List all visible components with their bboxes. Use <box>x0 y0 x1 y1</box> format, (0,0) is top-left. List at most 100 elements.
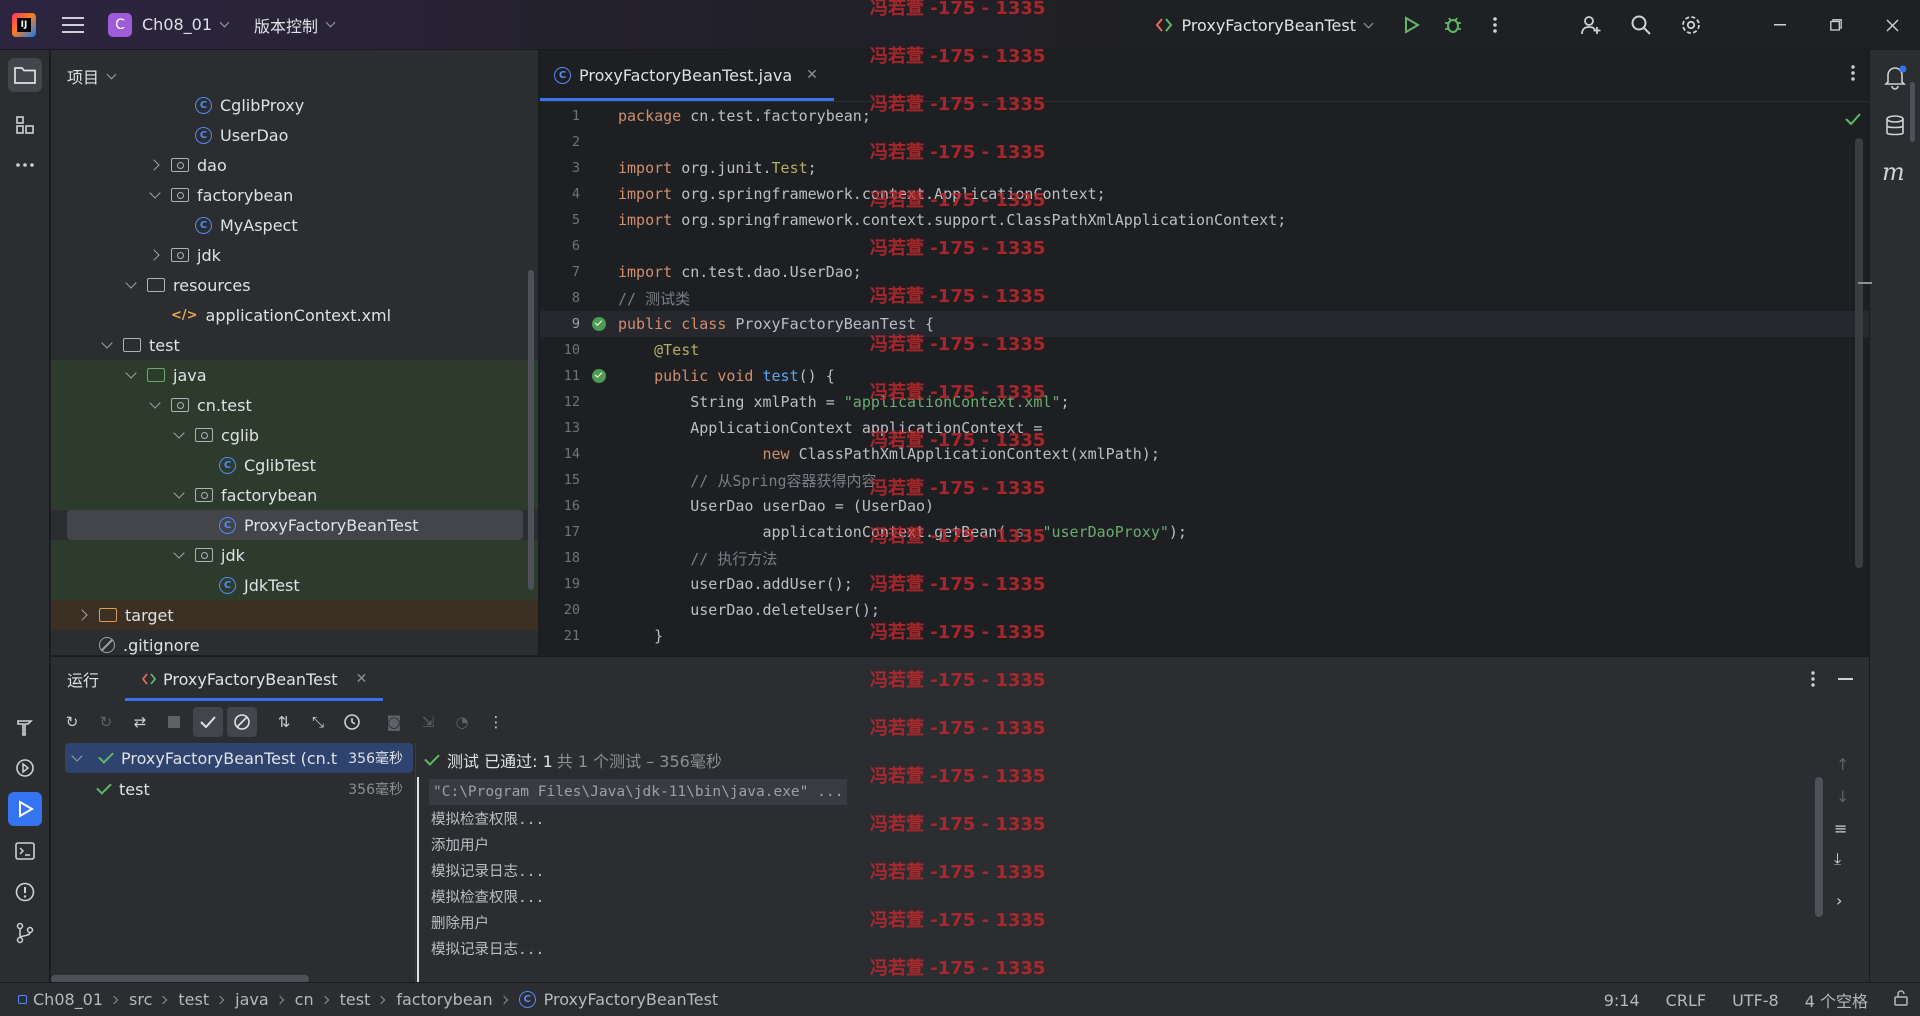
code-line[interactable]: 9 public class ProxyFactoryBeanTest { <box>540 311 1869 337</box>
console-scrollbar[interactable] <box>1815 777 1823 917</box>
chevron-right-icon[interactable] <box>147 247 163 263</box>
run-tab-proxyfactorybeantest[interactable]: ProxyFactoryBeanTest ✕ <box>125 657 384 701</box>
camera-icon[interactable]: ◙ <box>379 707 409 737</box>
breadcrumb-item[interactable]: test <box>178 990 209 1009</box>
code-line[interactable]: 4 import org.springframework.context.Appl… <box>540 181 1869 207</box>
restore-window-icon[interactable] <box>1808 4 1864 46</box>
breadcrumb-item[interactable]: ProxyFactoryBeanTest <box>544 990 719 1009</box>
code-line[interactable]: 11 public void test() { <box>540 363 1869 389</box>
test-suite-row[interactable]: ProxyFactoryBeanTest (cn.t 356毫秒 <box>65 743 413 773</box>
problems-icon[interactable] <box>8 875 42 909</box>
code-line[interactable]: 6 <box>540 233 1869 259</box>
tree-item[interactable]: java <box>51 360 538 390</box>
git-branch-icon[interactable] <box>8 916 42 950</box>
breadcrumb-item[interactable]: test <box>340 990 371 1009</box>
code-line[interactable]: 1 package cn.test.factorybean; <box>540 103 1869 129</box>
import-tests-icon[interactable]: ⇲ <box>413 707 443 737</box>
code-line[interactable]: 5 import org.springframework.context.supp… <box>540 207 1869 233</box>
build-hammer-icon[interactable] <box>8 710 42 744</box>
tree-item[interactable]: factorybean <box>51 480 538 510</box>
structure-tool-icon[interactable] <box>8 108 42 142</box>
code-line[interactable]: 2 <box>540 129 1869 155</box>
history-icon[interactable] <box>337 707 367 737</box>
breadcrumb-item[interactable]: cn <box>295 990 314 1009</box>
line-separator[interactable]: CRLF <box>1666 991 1706 1010</box>
code-line[interactable]: 18 // 执行方法 <box>540 545 1869 571</box>
tree-item[interactable]: resources <box>51 270 538 300</box>
breadcrumb-item[interactable]: Ch08_01 <box>33 990 103 1009</box>
code-line[interactable]: 14 new ClassPathXmlApplicationContext(xm… <box>540 441 1869 467</box>
tree-item[interactable]: C MyAspect <box>51 210 538 240</box>
chevron-down-icon[interactable] <box>123 367 139 383</box>
tree-item[interactable]: dao <box>51 150 538 180</box>
code-line[interactable]: 20 userDao.deleteUser(); <box>540 597 1869 623</box>
vcs-menu[interactable]: 版本控制 <box>254 13 336 37</box>
code-line[interactable]: 15 // 从Spring容器获得内容 <box>540 467 1869 493</box>
project-switcher[interactable]: Ch08_01 <box>142 15 230 34</box>
tree-item[interactable]: </> applicationContext.xml <box>51 300 538 330</box>
run-panel-more-icon[interactable] <box>1811 670 1815 692</box>
hide-panel-icon[interactable] <box>1838 678 1853 680</box>
search-icon[interactable] <box>1620 4 1662 46</box>
tree-item[interactable]: cglib <box>51 420 538 450</box>
console-output[interactable]: "C:\Program Files\Java\jdk-11\bin\java.e… <box>417 777 1817 982</box>
scroll-down-icon[interactable]: ↓ <box>1836 787 1849 806</box>
tree-item[interactable]: jdk <box>51 240 538 270</box>
breadcrumb-item[interactable]: src <box>129 990 152 1009</box>
notifications-bell-icon[interactable] <box>1882 64 1908 94</box>
soft-wrap-icon[interactable]: ≡ <box>1834 819 1847 838</box>
chevron-down-icon[interactable] <box>171 547 187 563</box>
editor-scrollbar[interactable] <box>1855 138 1863 568</box>
minimize-window-icon[interactable] <box>1752 4 1808 46</box>
editor-tab-proxyfactorybeantest[interactable]: C ProxyFactoryBeanTest.java ✕ <box>540 50 834 101</box>
rerun-failed-icon[interactable]: ↻ <box>91 707 121 737</box>
tree-item[interactable]: C UserDao <box>51 120 538 150</box>
intellij-logo-icon[interactable]: IJ <box>12 12 36 37</box>
tree-item[interactable]: C ProxyFactoryBeanTest <box>67 510 523 540</box>
project-tool-icon[interactable] <box>8 58 42 92</box>
code-line[interactable]: 17 applicationContext.getBean( s: "userD… <box>540 519 1869 545</box>
settings-gear-icon[interactable] <box>1670 4 1712 46</box>
chevron-down-icon[interactable] <box>123 277 139 293</box>
test-case-row[interactable]: test 356毫秒 <box>91 774 413 804</box>
chevron-down-icon[interactable] <box>171 487 187 503</box>
chevron-down-icon[interactable] <box>147 397 163 413</box>
breadcrumb-item[interactable]: java <box>235 990 269 1009</box>
tree-item[interactable]: jdk <box>51 540 538 570</box>
code-line[interactable]: 19 userDao.addUser(); <box>540 571 1869 597</box>
editor-more-icon[interactable] <box>1851 64 1855 86</box>
services-icon[interactable] <box>8 751 42 785</box>
stop-icon[interactable] <box>159 707 189 737</box>
run-test-gutter-icon[interactable] <box>592 317 606 331</box>
code-line[interactable]: 10 @Test <box>540 337 1869 363</box>
run-toolbar-more-icon[interactable]: ⋮ <box>481 707 511 737</box>
expand-right-icon[interactable]: › <box>1836 891 1842 910</box>
run-configuration-selector[interactable]: ProxyFactoryBeanTest <box>1155 16 1374 35</box>
chevron-down-icon[interactable] <box>147 187 163 203</box>
project-scrollbar[interactable] <box>528 270 534 590</box>
code-line[interactable]: 21 } <box>540 623 1869 649</box>
coverage-icon[interactable]: ◔ <box>447 707 477 737</box>
toggle-auto-test-icon[interactable]: ⇄ <box>125 707 155 737</box>
tree-item[interactable]: C JdkTest <box>51 570 538 600</box>
chevron-down-icon[interactable] <box>99 337 115 353</box>
show-ignored-icon[interactable] <box>227 707 257 737</box>
test-tree-scrollbar[interactable] <box>51 975 309 982</box>
code-line[interactable]: 8 // 测试类 <box>540 285 1869 311</box>
add-user-icon[interactable] <box>1570 4 1612 46</box>
maven-m-icon[interactable]: m <box>1882 158 1905 186</box>
caret-position[interactable]: 9:14 <box>1604 991 1640 1010</box>
debug-icon[interactable] <box>1432 4 1474 46</box>
scroll-up-icon[interactable]: ↑ <box>1836 755 1849 774</box>
project-badge[interactable]: C <box>108 12 132 37</box>
tree-item[interactable]: test <box>51 330 538 360</box>
code-line[interactable]: 12 String xmlPath = "applicationContext.… <box>540 389 1869 415</box>
main-menu-icon[interactable] <box>62 16 84 33</box>
more-tools-icon[interactable] <box>8 148 42 182</box>
chevron-down-icon[interactable] <box>69 750 85 766</box>
terminal-icon[interactable] <box>8 834 42 868</box>
close-run-tab-icon[interactable]: ✕ <box>356 671 368 687</box>
code-line[interactable]: 7 import cn.test.dao.UserDao; <box>540 259 1869 285</box>
breadcrumb-item[interactable]: factorybean <box>396 990 492 1009</box>
code-line[interactable]: 13 ApplicationContext applicationContext… <box>540 415 1869 441</box>
